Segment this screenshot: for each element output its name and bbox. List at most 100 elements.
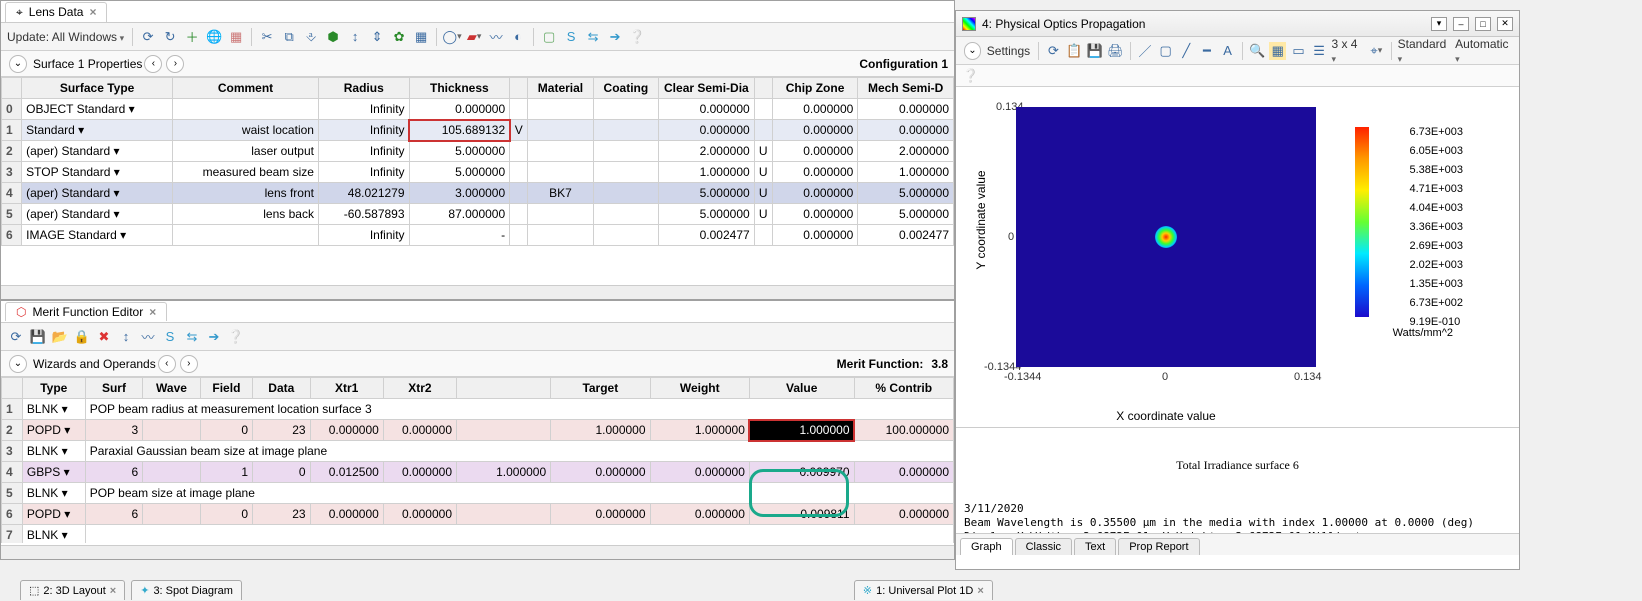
target-icon[interactable]: ⌖: [1368, 42, 1385, 60]
move-icon[interactable]: ⇕: [368, 28, 386, 46]
cell[interactable]: 0.000000: [772, 204, 858, 225]
cell[interactable]: 0.000000: [858, 99, 954, 120]
help-icon[interactable]: ❔: [962, 67, 980, 85]
line-dropdown[interactable]: ▰: [465, 28, 483, 46]
refresh-icon[interactable]: ⟳: [7, 328, 25, 346]
col-header[interactable]: Type: [22, 378, 85, 399]
cell[interactable]: (aper) Standard ▾: [22, 204, 173, 225]
cell[interactable]: [528, 120, 593, 141]
cell[interactable]: 0.000000: [854, 462, 953, 483]
cell[interactable]: 0.000000: [659, 99, 755, 120]
print-icon[interactable]: 🖨: [1107, 42, 1124, 60]
standard-dropdown[interactable]: Standard: [1398, 37, 1450, 65]
type-cell[interactable]: POPD ▾: [22, 504, 85, 525]
cell[interactable]: [510, 162, 528, 183]
delete-icon[interactable]: ✖: [95, 328, 113, 346]
cell[interactable]: lens back: [173, 204, 319, 225]
col-header[interactable]: Mech Semi-D: [858, 78, 954, 99]
s-icon[interactable]: S: [562, 28, 580, 46]
cell[interactable]: [593, 162, 658, 183]
cell[interactable]: 100.000000: [854, 420, 953, 441]
cell[interactable]: [143, 462, 201, 483]
copy-icon[interactable]: ⧉: [280, 28, 298, 46]
close-icon[interactable]: ×: [89, 5, 96, 19]
cell[interactable]: (aper) Standard ▾: [22, 141, 173, 162]
col-header[interactable]: Xtr1: [310, 378, 383, 399]
table-row[interactable]: 0OBJECT Standard ▾Infinity0.0000000.0000…: [2, 99, 954, 120]
prev-surface-button[interactable]: ‹: [144, 55, 162, 73]
cell[interactable]: IMAGE Standard ▾: [22, 225, 173, 246]
next-operand-button[interactable]: ›: [180, 355, 198, 373]
cell[interactable]: [510, 225, 528, 246]
maximize-button[interactable]: □: [1475, 17, 1491, 31]
curve-icon[interactable]: 〰: [139, 328, 157, 346]
refresh-icon[interactable]: ⟳: [1045, 42, 1062, 60]
curve-icon[interactable]: 〰: [487, 28, 505, 46]
stack-icon[interactable]: ☰: [1311, 42, 1328, 60]
col-header[interactable]: [510, 78, 528, 99]
settings-label[interactable]: Settings: [987, 44, 1030, 58]
pop-titlebar[interactable]: 4: Physical Optics Propagation ▾ – □ ✕: [956, 11, 1519, 37]
cell[interactable]: 5.000000: [659, 183, 755, 204]
cell[interactable]: 5.000000: [858, 183, 954, 204]
table-row[interactable]: 5BLNK ▾POP beam size at image plane: [2, 483, 954, 504]
table-row[interactable]: 5(aper) Standard ▾lens back-60.58789387.…: [2, 204, 954, 225]
cell[interactable]: 23: [253, 420, 311, 441]
expand-wizards-button[interactable]: ⌄: [9, 355, 27, 373]
col-header[interactable]: Radius: [318, 78, 409, 99]
col-header[interactable]: Clear Semi-Dia: [659, 78, 755, 99]
cell[interactable]: Infinity: [318, 99, 409, 120]
cell[interactable]: 1: [200, 462, 252, 483]
paste-icon[interactable]: ⎀: [302, 28, 320, 46]
circle-dropdown[interactable]: ◯: [443, 28, 461, 46]
cell[interactable]: 5.000000: [409, 141, 510, 162]
col-header[interactable]: Data: [253, 378, 311, 399]
cell[interactable]: 1.000000: [858, 162, 954, 183]
cell[interactable]: 0.000000: [310, 420, 383, 441]
table-row[interactable]: 2POPD ▾30230.0000000.0000001.0000001.000…: [2, 420, 954, 441]
cell[interactable]: 0: [253, 462, 311, 483]
line-icon[interactable]: ╱: [1178, 42, 1195, 60]
blnk-text[interactable]: POP beam size at image plane: [85, 483, 953, 504]
cell[interactable]: [528, 141, 593, 162]
grid-size-dropdown[interactable]: 3 x 4: [1331, 37, 1362, 65]
col-header[interactable]: Wave: [143, 378, 201, 399]
cell[interactable]: [457, 420, 551, 441]
update-dropdown[interactable]: Update: All Windows: [7, 30, 124, 44]
cell[interactable]: -60.587893: [318, 204, 409, 225]
cell[interactable]: -: [409, 225, 510, 246]
expand-properties-button[interactable]: ⌄: [9, 55, 27, 73]
sort-icon[interactable]: ↕: [117, 328, 135, 346]
cell[interactable]: 0.000000: [650, 462, 749, 483]
merit-tab[interactable]: ⬡ Merit Function Editor ×: [5, 302, 167, 321]
minimize-button[interactable]: –: [1453, 17, 1469, 31]
cell[interactable]: [510, 99, 528, 120]
type-cell[interactable]: BLNK ▾: [22, 525, 85, 544]
cell[interactable]: 0.000000: [858, 120, 954, 141]
cell[interactable]: 2: [2, 141, 22, 162]
table-row[interactable]: 7BLNK ▾: [2, 525, 954, 544]
cell[interactable]: 0.002477: [858, 225, 954, 246]
cell[interactable]: 0.000000: [854, 504, 953, 525]
cell[interactable]: 0.000000: [310, 504, 383, 525]
merit-table-scroll[interactable]: TypeSurfWaveFieldDataXtr1Xtr2TargetWeigh…: [1, 377, 954, 543]
cell[interactable]: 0: [200, 420, 252, 441]
cell[interactable]: [754, 99, 772, 120]
type-cell[interactable]: BLNK ▾: [22, 441, 85, 462]
cell[interactable]: 5.000000: [659, 204, 755, 225]
cell[interactable]: [173, 225, 319, 246]
dash-icon[interactable]: ━: [1199, 42, 1216, 60]
cell[interactable]: [173, 99, 319, 120]
cell[interactable]: 1.000000: [659, 162, 755, 183]
cell[interactable]: 0.000000: [772, 120, 858, 141]
refresh-all-icon[interactable]: ↻: [161, 28, 179, 46]
cell[interactable]: 2.000000: [659, 141, 755, 162]
cell[interactable]: 0.000000: [772, 99, 858, 120]
blnk-text[interactable]: [85, 525, 953, 544]
grid-icon[interactable]: ▦: [412, 28, 430, 46]
cell[interactable]: [528, 204, 593, 225]
pop-tab-text[interactable]: Text: [1074, 538, 1116, 555]
close-icon[interactable]: ×: [149, 305, 156, 319]
cell[interactable]: U: [754, 183, 772, 204]
table-row[interactable]: 6POPD ▾60230.0000000.0000000.0000000.000…: [2, 504, 954, 525]
